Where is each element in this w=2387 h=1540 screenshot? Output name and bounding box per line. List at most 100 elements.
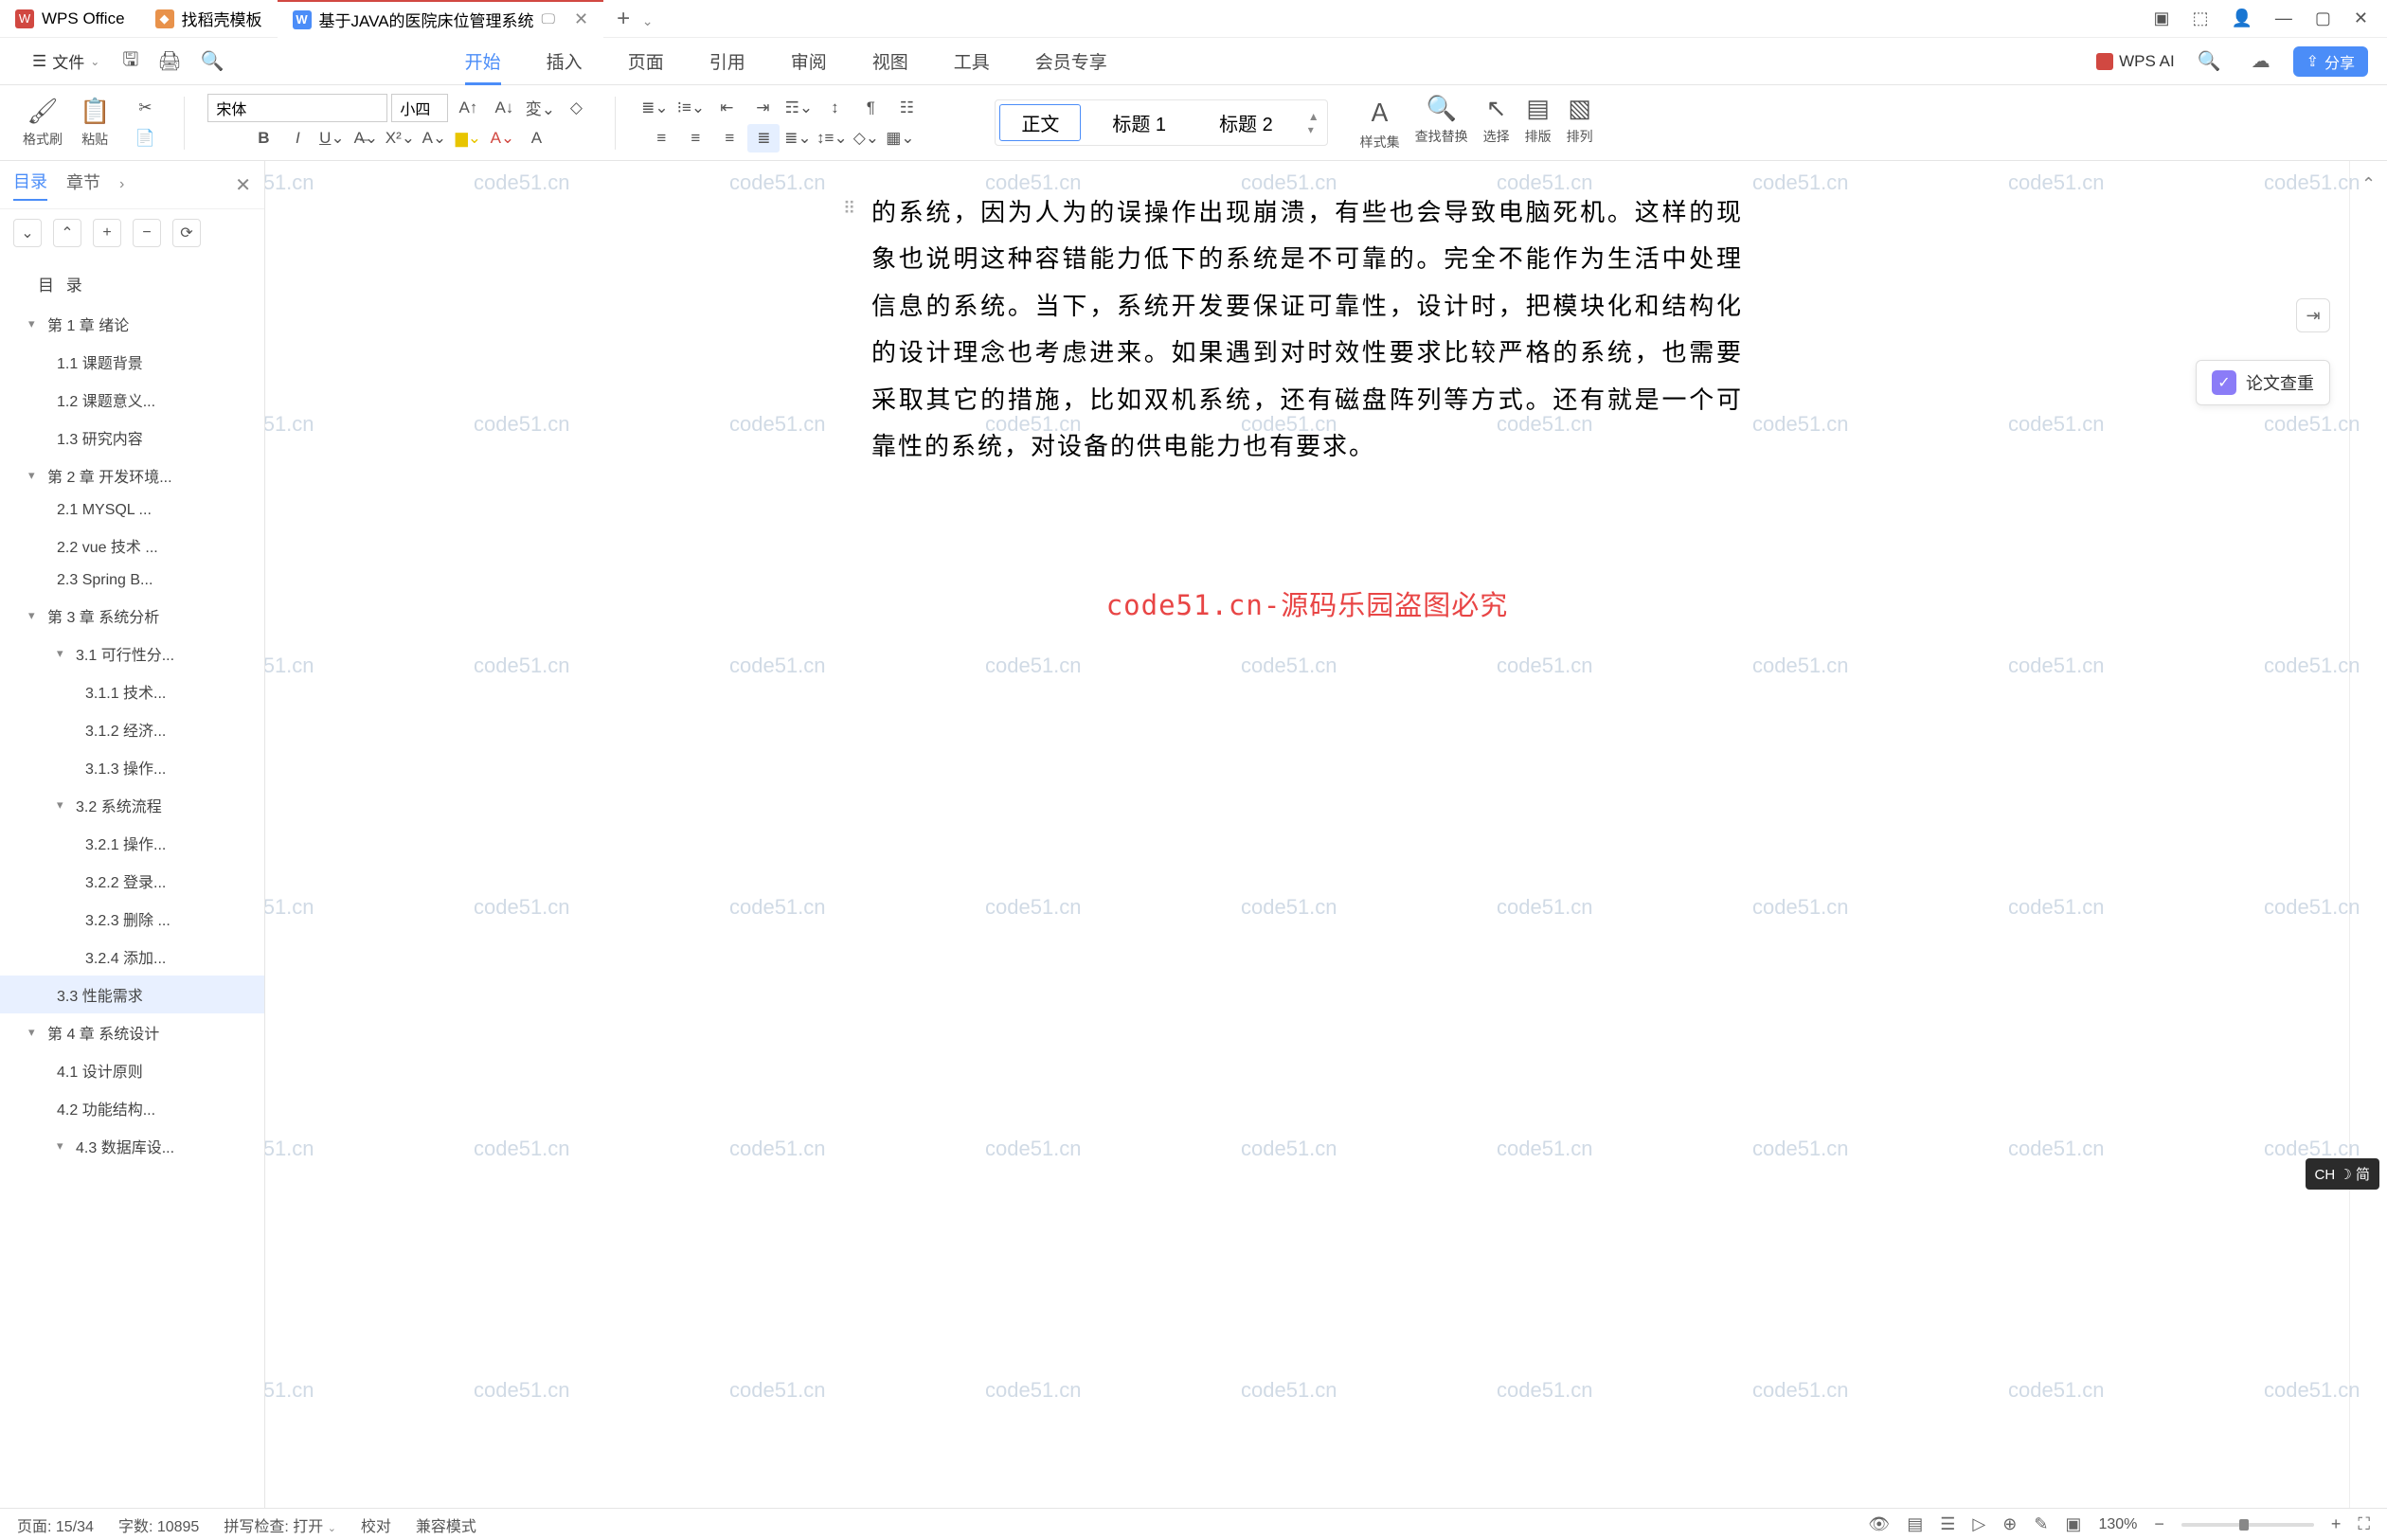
strikethrough-icon[interactable]: A̶⌄	[350, 124, 382, 152]
outdent-icon[interactable]: ⇤	[710, 94, 743, 122]
print-preview-icon[interactable]: 🔍	[191, 49, 234, 73]
pencil-icon[interactable]: ✎	[2034, 1514, 2048, 1534]
outline-item[interactable]: 2.2 vue 技术 ...	[0, 527, 264, 564]
menu-insert[interactable]: 插入	[524, 48, 605, 74]
char-scale-icon[interactable]: ☶⌄	[782, 94, 815, 122]
web-view-icon[interactable]: ⊕	[2002, 1514, 2017, 1534]
avatar-icon[interactable]: 👤	[2231, 9, 2252, 28]
outline-item[interactable]: 4.1 设计原则	[0, 1051, 264, 1089]
align-center-icon[interactable]: ≡	[679, 124, 711, 152]
outline-item[interactable]: 1.3 研究内容	[0, 419, 264, 457]
align-left-icon[interactable]: ≡	[645, 124, 677, 152]
outline-item[interactable]: 3.1.1 技术...	[0, 672, 264, 710]
char-shading-icon[interactable]: A	[520, 124, 552, 152]
underline-icon[interactable]: U⌄	[315, 124, 348, 152]
find-replace-button[interactable]: 🔍查找替换	[1411, 94, 1472, 152]
font-color-icon[interactable]: A⌄	[486, 124, 518, 152]
shading-icon[interactable]: ◇⌄	[850, 124, 882, 152]
align-right-icon[interactable]: ≡	[713, 124, 745, 152]
search-icon[interactable]: 🔍	[2190, 49, 2229, 73]
justify-icon[interactable]: ≣	[747, 124, 780, 152]
page-view-icon[interactable]: ▤	[1907, 1514, 1923, 1534]
style-normal[interactable]: 正文	[999, 104, 1081, 141]
outline-nav-right-icon[interactable]: ›	[119, 176, 124, 193]
numbering-icon[interactable]: ⁝≡⌄	[674, 94, 707, 122]
outline-item[interactable]: 3.2.3 删除 ...	[0, 900, 264, 938]
style-heading1[interactable]: 标题 1	[1090, 104, 1188, 141]
outline-add-icon[interactable]: +	[93, 219, 121, 247]
wps-ai-button[interactable]: WPS AI	[2096, 52, 2175, 71]
outline-close-icon[interactable]: ✕	[235, 173, 251, 197]
chevron-up-icon[interactable]: ⌃	[2361, 174, 2376, 194]
status-spellcheck[interactable]: 拼写检查: 打开 ⌄	[224, 1513, 336, 1536]
outline-item[interactable]: 1.1 课题背景	[0, 343, 264, 381]
outline-item[interactable]: ▾第 4 章 系统设计	[0, 1013, 264, 1051]
outline-item[interactable]: 1.2 课题意义...	[0, 381, 264, 419]
tab-document[interactable]: W 基于JAVA的医院床位管理系统 🖵 ✕	[278, 0, 604, 38]
tab-close-icon[interactable]: ✕	[574, 9, 588, 29]
minimize-icon[interactable]: —	[2275, 9, 2292, 28]
bold-icon[interactable]: B	[247, 124, 279, 152]
copy-icon[interactable]: 📄	[129, 124, 161, 152]
outline-item[interactable]: 3.2.1 操作...	[0, 824, 264, 862]
menu-review[interactable]: 审阅	[768, 48, 850, 74]
ime-indicator[interactable]: CH ☽ 简	[2306, 1158, 2379, 1190]
indent-icon[interactable]: ⇥	[746, 94, 779, 122]
focus-icon[interactable]: ▣	[2065, 1514, 2081, 1534]
outline-item[interactable]: 2.1 MYSQL ...	[0, 494, 264, 527]
read-view-icon[interactable]: ▷	[1972, 1514, 1985, 1534]
share-button[interactable]: ⇪ 分享	[2293, 46, 2368, 77]
outline-item[interactable]: 3.2.4 添加...	[0, 938, 264, 976]
status-page[interactable]: 页面: 15/34	[17, 1513, 94, 1536]
line-spacing-icon[interactable]: ↕≡⌄	[816, 124, 848, 152]
outline-item[interactable]: 4.2 功能结构...	[0, 1089, 264, 1127]
outline-view-icon[interactable]: ☰	[1940, 1514, 1955, 1534]
paste-button[interactable]: 📋 粘贴	[76, 97, 114, 149]
format-painter-button[interactable]: 🖌 格式刷	[19, 97, 66, 149]
paper-check-button[interactable]: ✓ 论文查重	[2196, 360, 2330, 405]
show-marks-icon[interactable]: ¶	[854, 94, 887, 122]
outline-tab-chapter[interactable]: 章节	[66, 170, 100, 200]
clear-format-icon[interactable]: ◇	[560, 94, 592, 122]
status-words[interactable]: 字数: 10895	[118, 1513, 199, 1536]
menu-view[interactable]: 视图	[850, 48, 931, 74]
eye-icon[interactable]: 👁	[1868, 1514, 1890, 1534]
style-set-button[interactable]: Ａ样式集	[1356, 94, 1404, 152]
new-tab-button[interactable]: + ⌄	[603, 6, 666, 32]
status-zoom[interactable]: 130%	[2098, 1516, 2137, 1533]
outline-item[interactable]: ▾3.2 系统流程	[0, 786, 264, 824]
east-asian-icon[interactable]: ☷	[890, 94, 923, 122]
document-paragraph[interactable]: 的系统，因为人为的误操作出现崩溃，有些也会导致电脑死机。这样的现象也说明这种容错…	[871, 189, 1743, 470]
floating-indent-button[interactable]: ⇥	[2296, 298, 2330, 332]
phonetic-icon[interactable]: 変⌄	[524, 94, 556, 122]
cube-icon[interactable]: ⬚	[2192, 9, 2208, 28]
fullscreen-icon[interactable]: ⛶	[2358, 1514, 2370, 1534]
font-size-combo[interactable]	[391, 94, 448, 122]
outline-item[interactable]: ▾4.3 数据库设...	[0, 1127, 264, 1165]
select-button[interactable]: ↖选择	[1480, 94, 1514, 152]
outline-tab-toc[interactable]: 目录	[13, 169, 47, 201]
tab-wps-office[interactable]: W WPS Office	[0, 0, 140, 38]
highlight-icon[interactable]: ▆⌄	[452, 124, 484, 152]
menu-reference[interactable]: 引用	[687, 48, 768, 74]
zoom-thumb[interactable]	[2239, 1519, 2249, 1531]
font-grow-icon[interactable]: A↑	[452, 94, 484, 122]
superscript-icon[interactable]: X²⌄	[384, 124, 416, 152]
outline-item[interactable]: 3.3 性能需求	[0, 976, 264, 1013]
outline-expand-icon[interactable]: ⌃	[53, 219, 81, 247]
outline-item[interactable]: ▾3.1 可行性分...	[0, 635, 264, 672]
outline-item[interactable]: ▾第 1 章 绪论	[0, 305, 264, 343]
outline-item[interactable]: 3.1.2 经济...	[0, 710, 264, 748]
zoom-in-icon[interactable]: +	[2331, 1514, 2342, 1534]
outline-sync-icon[interactable]: ⟳	[172, 219, 201, 247]
style-gallery-arrows[interactable]: ▲▾	[1304, 110, 1323, 136]
font-shrink-icon[interactable]: A↓	[488, 94, 520, 122]
outline-collapse-icon[interactable]: ⌄	[13, 219, 42, 247]
file-menu[interactable]: ☰ 文件 ⌄	[19, 49, 113, 73]
menu-tools[interactable]: 工具	[931, 48, 1013, 74]
close-window-icon[interactable]: ✕	[2354, 9, 2368, 28]
tab-daoke-template[interactable]: ◆ 找稻壳模板	[140, 0, 278, 38]
bullets-icon[interactable]: ≣⌄	[638, 94, 671, 122]
status-proofread[interactable]: 校对	[361, 1513, 391, 1536]
outline-item[interactable]: 2.3 Spring B...	[0, 564, 264, 597]
